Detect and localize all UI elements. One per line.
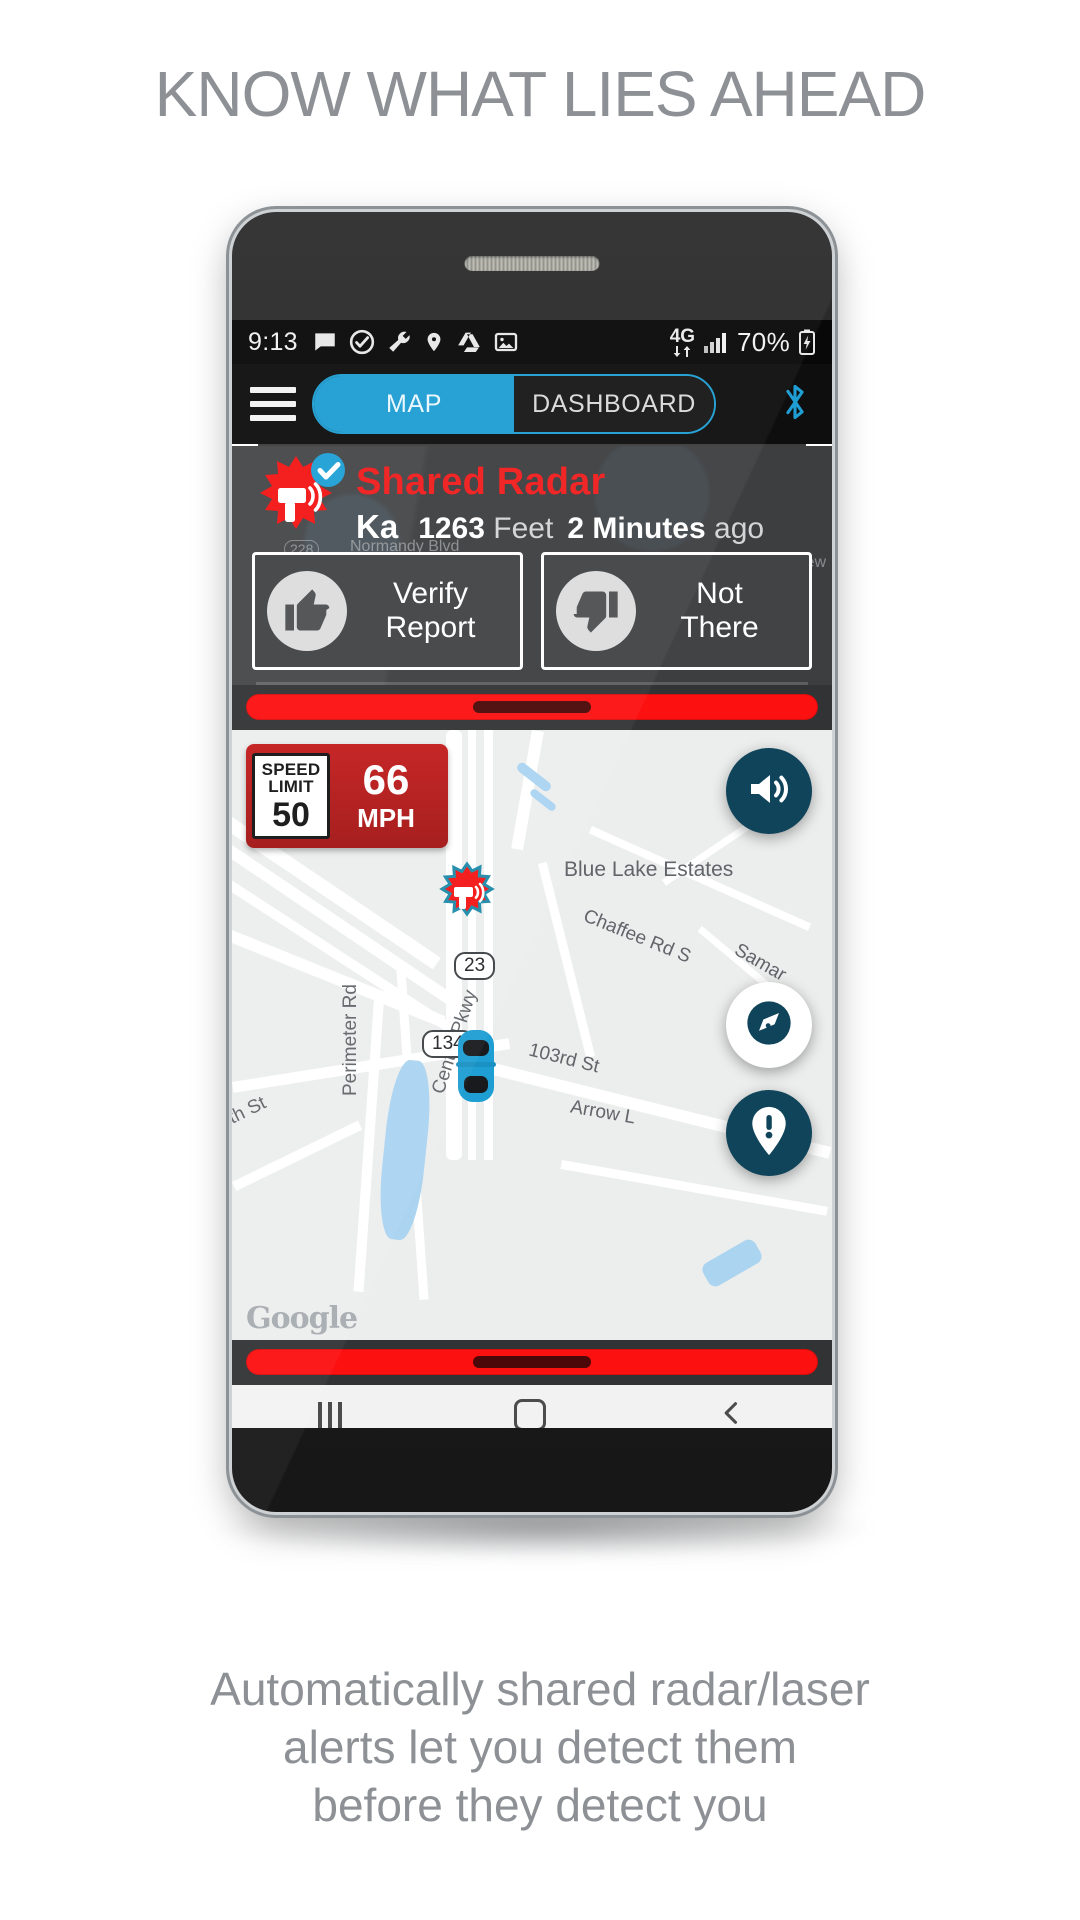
drive-icon [456, 330, 482, 354]
alert-time-suffix: ago [714, 512, 765, 545]
road-ramp [511, 730, 544, 851]
vote-button-row: Verify Report Not There [252, 546, 812, 682]
caption-line-1: Automatically shared radar/laser [210, 1663, 870, 1715]
verify-report-line1: Verify [392, 577, 469, 610]
water-body [374, 1058, 436, 1242]
phone-screen: 9:13 4G 70% MAP DASHBOARD Normandy Blvd … [232, 320, 832, 1428]
caption-line-2: alerts let you detect them [283, 1721, 797, 1773]
android-status-bar: 9:13 4G 70% [232, 320, 832, 364]
alert-pin-icon [746, 1105, 792, 1162]
vehicle-marker [454, 1028, 498, 1109]
alert-panel: Normandy Blvd 228 ew Shared Radar Ka 126… [232, 446, 832, 685]
alert-text-block: Shared Radar Ka 1263 Feet 2 Minutes ago [356, 456, 764, 546]
tab-dashboard[interactable]: DASHBOARD [514, 376, 714, 432]
not-there-line1: Not [696, 577, 743, 610]
verify-report-line2: Report [385, 611, 476, 644]
map-watermark: Google [246, 1301, 358, 1336]
alert-title: Shared Radar [356, 461, 606, 503]
map-label-th-st: th St [232, 1092, 270, 1129]
wrench-icon [386, 329, 412, 355]
message-icon [312, 329, 338, 355]
status-clock: 9:13 [248, 327, 298, 356]
road-th-st [232, 1120, 363, 1191]
verify-report-label: Verify Report [347, 577, 514, 645]
signal-strength-marker-top [473, 701, 591, 713]
recents-icon [318, 1402, 342, 1428]
speed-limit-value: 50 [272, 795, 310, 834]
road-segment [537, 861, 596, 1059]
speed-limit-title-line2: LIMIT [268, 776, 314, 796]
alert-time-value: 2 Minutes [567, 512, 706, 545]
signal-strength-marker-bottom [473, 1356, 591, 1368]
page-caption: Automatically shared radar/laser alerts … [0, 1660, 1080, 1834]
location-pin-icon [423, 330, 445, 354]
water-body [699, 1236, 765, 1290]
phone-mockup: 9:13 4G 70% MAP DASHBOARD Normandy Blvd … [232, 212, 832, 1512]
view-tabs: MAP DASHBOARD [312, 374, 716, 434]
back-icon [718, 1399, 746, 1429]
compass-icon [743, 997, 795, 1054]
current-speed: 66 MPH [330, 755, 442, 834]
bluetooth-icon[interactable] [778, 380, 812, 429]
signal-bars-icon [703, 330, 729, 354]
battery-percent-label: 70% [737, 326, 790, 357]
not-there-button[interactable]: Not There [541, 552, 812, 670]
not-there-label: Not There [636, 577, 803, 645]
map-view[interactable]: Blue Lake Estates Chaffee Rd S Samar 103… [232, 730, 832, 1340]
alert-distance-value: 1263 [418, 512, 485, 545]
current-speed-unit: MPH [357, 802, 415, 833]
alert-header: Shared Radar Ka 1263 Feet 2 Minutes ago [252, 453, 812, 546]
nav-home-button[interactable] [514, 1399, 546, 1428]
map-label-perimeter: Perimeter Rd [340, 984, 361, 1096]
radar-badge-icon [252, 452, 350, 546]
battery-charging-icon [798, 329, 816, 355]
water-body [528, 787, 558, 813]
report-button[interactable] [726, 1090, 812, 1176]
signal-strength-bar-top [246, 694, 818, 720]
thumbs-up-icon [267, 571, 347, 651]
current-speed-value: 66 [362, 755, 410, 803]
caption-line-3: before they detect you [312, 1779, 768, 1831]
nav-recents-button[interactable] [318, 1402, 342, 1428]
signal-strength-bar-top-wrap [232, 685, 832, 730]
alert-distance-unit: Feet [493, 512, 554, 545]
home-icon [514, 1399, 546, 1428]
app-toolbar: MAP DASHBOARD [232, 364, 832, 444]
thumbs-down-icon [556, 571, 636, 651]
volume-button[interactable] [726, 748, 812, 834]
network-type-icon: 4G [670, 327, 695, 357]
earpiece-speaker [464, 256, 600, 271]
alert-band: Ka [356, 508, 399, 545]
alert-details: Ka 1263 Feet 2 Minutes ago [356, 508, 764, 546]
speed-limit-title-line1: SPEED [261, 759, 321, 779]
verify-report-button[interactable]: Verify Report [252, 552, 523, 670]
nav-back-button[interactable] [718, 1399, 746, 1429]
map-label-chaffee: Chaffee Rd S [580, 905, 694, 968]
map-label-blue-lake: Blue Lake Estates [564, 858, 734, 881]
tab-map[interactable]: MAP [314, 376, 514, 432]
radar-marker[interactable] [434, 860, 500, 926]
android-nav-bar [232, 1385, 832, 1428]
speed-display: SPEED LIMIT 50 66 MPH [246, 744, 448, 848]
compass-button[interactable] [726, 982, 812, 1068]
speaker-icon [745, 765, 793, 818]
gallery-icon [493, 330, 519, 354]
network-label: 4G [669, 326, 696, 347]
signal-strength-bar-bottom-wrap [232, 1340, 832, 1385]
signal-strength-bar-bottom [246, 1349, 818, 1375]
hamburger-menu-icon[interactable] [250, 387, 296, 421]
speed-limit-sign: SPEED LIMIT 50 [252, 753, 330, 839]
page-title: KNOW WHAT LIES AHEAD [154, 58, 927, 130]
check-circle-icon [349, 329, 375, 355]
route-shield-23: 23 [454, 952, 496, 980]
not-there-line2: There [680, 611, 759, 644]
